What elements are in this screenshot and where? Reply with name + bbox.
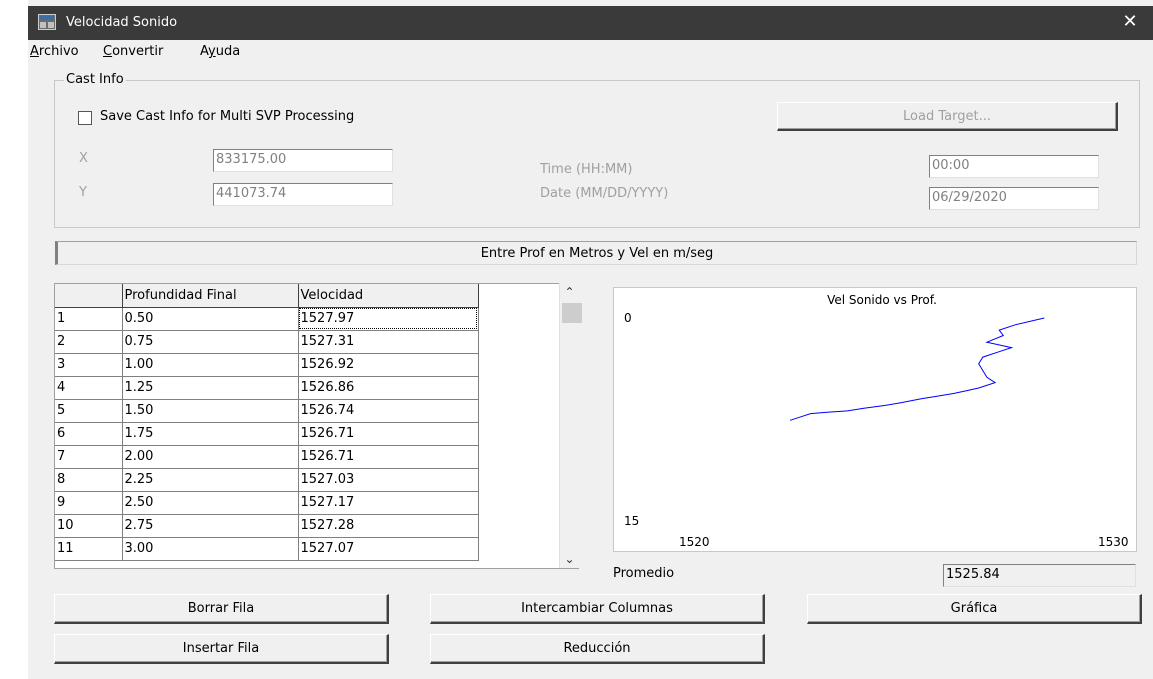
date-label: Date (MM/DD/YYYY): [540, 186, 669, 201]
cell-profundidad[interactable]: 1.75: [122, 422, 299, 446]
cell-velocidad[interactable]: 1526.71: [298, 422, 479, 446]
title-bar: Velocidad Sonido ✕: [28, 6, 1153, 40]
scroll-up-icon[interactable]: ⌃: [560, 284, 579, 300]
cell-velocidad[interactable]: 1527.28: [298, 514, 479, 538]
cell-velocidad[interactable]: 1526.71: [298, 445, 479, 469]
menu-archivo[interactable]: Archivo: [30, 44, 79, 59]
row-header[interactable]: 11: [55, 537, 123, 561]
table-row: 3 1.00 1526.92: [55, 353, 479, 377]
column-header-velocidad[interactable]: Velocidad: [298, 284, 479, 308]
table-row: 4 1.25 1526.86: [55, 376, 479, 400]
cell-velocidad[interactable]: 1527.97: [298, 307, 479, 331]
table-scrollbar[interactable]: ⌃ ⌄: [559, 283, 582, 568]
row-header[interactable]: 2: [55, 330, 123, 354]
row-header[interactable]: 6: [55, 422, 123, 446]
scroll-thumb[interactable]: [562, 303, 582, 323]
chart-svg: Vel Sonido vs Prof. 0 15 1520 1530: [624, 293, 1129, 549]
cell-velocidad[interactable]: 1526.86: [298, 376, 479, 400]
cell-velocidad[interactable]: 1526.92: [298, 353, 479, 377]
table-row: 7 2.00 1526.71: [55, 445, 479, 469]
time-field[interactable]: 00:00: [929, 155, 1099, 178]
table-row: 9 2.50 1527.17: [55, 491, 479, 515]
cell-velocidad[interactable]: 1527.31: [298, 330, 479, 354]
row-header[interactable]: 8: [55, 468, 123, 492]
cell-profundidad[interactable]: 2.75: [122, 514, 299, 538]
cell-profundidad[interactable]: 0.75: [122, 330, 299, 354]
load-target-button[interactable]: Load Target...: [777, 102, 1118, 131]
cast-info-label: Cast Info: [64, 72, 126, 87]
cell-profundidad[interactable]: 1.25: [122, 376, 299, 400]
scroll-down-icon[interactable]: ⌄: [560, 551, 579, 567]
reduccion-button[interactable]: Reducción: [430, 634, 765, 664]
row-header[interactable]: 9: [55, 491, 123, 515]
column-header-profundidad[interactable]: Profundidad Final: [122, 284, 299, 308]
row-header[interactable]: 10: [55, 514, 123, 538]
time-label: Time (HH:MM): [540, 162, 633, 177]
y-tick-label: 0: [624, 311, 632, 325]
save-cast-info-checkbox[interactable]: [78, 111, 92, 125]
row-header[interactable]: 7: [55, 445, 123, 469]
intercambiar-columnas-button[interactable]: Intercambiar Columnas: [430, 594, 765, 624]
cell-profundidad[interactable]: 2.00: [122, 445, 299, 469]
table-row: 8 2.25 1527.03: [55, 468, 479, 492]
chart-title: Vel Sonido vs Prof.: [827, 293, 937, 307]
cell-profundidad[interactable]: 2.50: [122, 491, 299, 515]
row-header[interactable]: 3: [55, 353, 123, 377]
table-row: 10 2.75 1527.28: [55, 514, 479, 538]
x-field[interactable]: 833175.00: [213, 149, 393, 172]
y-tick-label: 15: [624, 514, 639, 528]
menu-bar: Archivo Convertir Ayuda: [28, 40, 1153, 62]
promedio-label: Promedio: [613, 566, 675, 581]
cell-velocidad[interactable]: 1527.07: [298, 537, 479, 561]
date-field[interactable]: 06/29/2020: [929, 187, 1099, 210]
row-header[interactable]: 4: [55, 376, 123, 400]
window-title: Velocidad Sonido: [66, 15, 178, 30]
row-header[interactable]: 5: [55, 399, 123, 423]
app-window: Velocidad Sonido ✕ Archivo Convertir Ayu…: [28, 0, 1153, 679]
y-label: Y: [79, 185, 87, 200]
borrar-fila-button[interactable]: Borrar Fila: [54, 594, 389, 624]
table-row: 6 1.75 1526.71: [55, 422, 479, 446]
cell-velocidad[interactable]: 1527.03: [298, 468, 479, 492]
data-table[interactable]: Profundidad Final Velocidad 1 0.50 1527.97…: [54, 283, 579, 569]
cell-profundidad[interactable]: 1.50: [122, 399, 299, 423]
save-cast-info-label: Save Cast Info for Multi SVP Processing: [100, 109, 355, 124]
menu-convertir[interactable]: Convertir: [103, 44, 163, 59]
table-header-row: Profundidad Final Velocidad: [55, 284, 479, 308]
x-label: X: [79, 151, 88, 166]
table-row: 2 0.75 1527.31: [55, 330, 479, 354]
table-corner: [55, 284, 123, 308]
insertar-fila-button[interactable]: Insertar Fila: [54, 634, 389, 664]
table-row: 1 0.50 1527.97: [55, 307, 479, 331]
cell-velocidad[interactable]: 1527.17: [298, 491, 479, 515]
chart-series-line: [789, 317, 1045, 421]
cell-profundidad[interactable]: 2.25: [122, 468, 299, 492]
grafica-button[interactable]: Gráfica: [807, 594, 1142, 624]
instruction-banner: Entre Prof en Metros y Vel en m/seg: [55, 241, 1137, 265]
x-tick-label: 1520: [679, 535, 710, 549]
cell-profundidad[interactable]: 1.00: [122, 353, 299, 377]
promedio-field: 1525.84: [943, 564, 1136, 587]
table-row: 5 1.50 1526.74: [55, 399, 479, 423]
y-field[interactable]: 441073.74: [213, 183, 393, 206]
cell-profundidad[interactable]: 0.50: [122, 307, 299, 331]
row-header[interactable]: 1: [55, 307, 123, 331]
app-icon: [38, 14, 56, 30]
chart-panel: Vel Sonido vs Prof. 0 15 1520 1530: [613, 287, 1137, 552]
cell-profundidad[interactable]: 3.00: [122, 537, 299, 561]
close-icon[interactable]: ✕: [1107, 6, 1153, 40]
menu-ayuda[interactable]: Ayuda: [200, 44, 240, 59]
x-tick-label: 1530: [1098, 535, 1129, 549]
cell-velocidad[interactable]: 1526.74: [298, 399, 479, 423]
table-row: 11 3.00 1527.07: [55, 537, 479, 561]
